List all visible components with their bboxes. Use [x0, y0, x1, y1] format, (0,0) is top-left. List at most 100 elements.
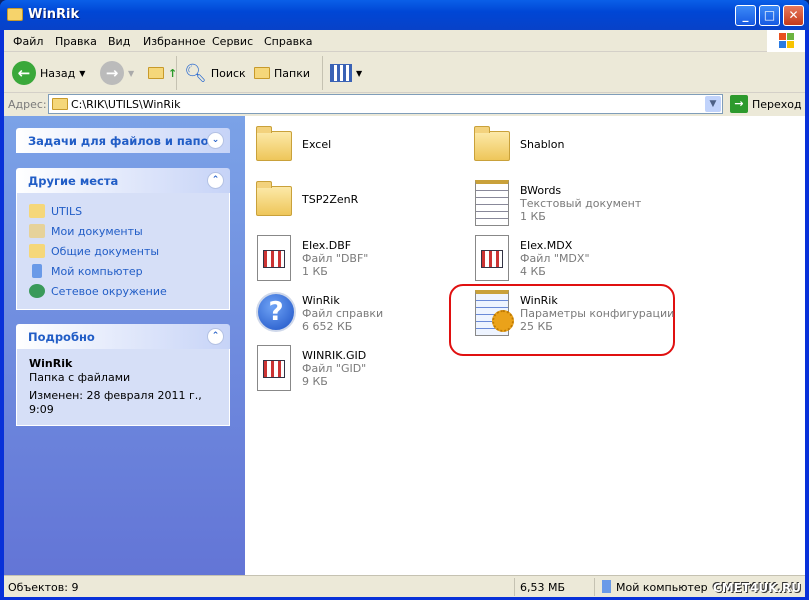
file-item[interactable]: EIex.MDX Файл "MDX" 4 КБ: [472, 235, 682, 285]
menu-edit[interactable]: Правка: [55, 35, 97, 48]
folder-icon: [52, 98, 68, 110]
file-item[interactable]: EIex.DBF Файл "DBF" 1 КБ: [254, 235, 464, 285]
status-bar: Объектов: 9 6,53 МБ Мой компьютер CMET4U…: [4, 575, 805, 597]
menu-view[interactable]: Вид: [108, 35, 130, 48]
folders-label: Папки: [274, 66, 310, 80]
file-size: 9 КБ: [302, 375, 328, 388]
up-folder-icon: [148, 67, 164, 79]
details-header[interactable]: Подробно ⌃: [16, 324, 230, 349]
file-item[interactable]: Shablon: [472, 125, 682, 175]
menu-file[interactable]: Файл: [13, 35, 43, 48]
address-bar: Адрес: C:\RIK\UTILS\WinRik ▼ → Переход: [4, 93, 805, 116]
file-item[interactable]: BWords Текстовый документ 1 КБ: [472, 180, 682, 230]
place-label: UTILS: [51, 204, 83, 218]
search-label: Поиск: [210, 66, 246, 80]
maximize-button[interactable]: □: [759, 5, 780, 26]
place-utils[interactable]: UTILS: [29, 201, 217, 221]
other-places-title: Другие места: [28, 174, 119, 188]
watermark: CMET4UK.RU: [712, 581, 801, 595]
menu-favorites[interactable]: Избранное: [143, 35, 205, 48]
file-type: Файл "GID": [302, 362, 367, 375]
folders-button[interactable]: Папки: [254, 59, 310, 87]
folder-icon: [254, 180, 294, 226]
go-arrow-icon: →: [730, 95, 748, 113]
expand-icon[interactable]: ⌄: [207, 132, 224, 149]
close-button[interactable]: ✕: [783, 5, 804, 26]
tasks-title: Задачи для файлов и папок: [28, 134, 217, 148]
file-item[interactable]: TSP2ZenR: [254, 180, 464, 230]
my-documents-icon: [29, 224, 45, 238]
status-objects: Объектов: 9: [8, 581, 79, 594]
file-name: Shablon: [520, 138, 565, 151]
file-list: Excel Shablon TSP2ZenR BWords Текстовый доку…: [245, 116, 805, 575]
file-name: TSP2ZenR: [302, 193, 359, 206]
forward-button[interactable]: → ▼: [100, 59, 134, 87]
windows-logo-icon: [767, 30, 805, 52]
search-button[interactable]: 🔍︎ Поиск: [184, 59, 246, 87]
status-location: Мой компьютер: [616, 581, 708, 594]
computer-icon: [602, 580, 611, 593]
views-icon: [330, 64, 352, 82]
details-title: Подробно: [28, 330, 95, 344]
place-label: Общие документы: [51, 244, 160, 258]
back-button[interactable]: ← Назад ▼: [12, 59, 85, 87]
file-name: WinRik: [520, 294, 558, 307]
views-button[interactable]: ▼: [330, 59, 362, 87]
toolbar: ← Назад ▼ → ▼ ↑ 🔍︎ Поиск Папки ▼: [4, 52, 805, 93]
file-size: 25 КБ: [520, 320, 553, 333]
file-name: BWords: [520, 184, 562, 197]
menu-help[interactable]: Справка: [264, 35, 312, 48]
place-my-computer[interactable]: Мой компьютер: [29, 261, 217, 281]
file-item[interactable]: WINRIK.GID Файл "GID" 9 КБ: [254, 345, 464, 395]
file-item[interactable]: ? WinRik Файл справки 6 652 КБ: [254, 290, 464, 340]
title-bar[interactable]: WinRik _ □ ✕: [0, 0, 809, 30]
file-name: Excel: [302, 138, 332, 151]
details-panel: Подробно ⌃ WinRik Папка с файлами Изменен…: [16, 324, 230, 426]
folders-icon: [254, 67, 270, 79]
back-arrow-icon: ←: [12, 61, 36, 85]
other-places-header[interactable]: Другие места ⌃: [16, 168, 230, 193]
folder-icon: [29, 204, 45, 218]
file-item[interactable]: Excel: [254, 125, 464, 175]
tasks-panel-header[interactable]: Задачи для файлов и папок ⌄: [16, 128, 230, 153]
file-name: EIex.DBF: [302, 239, 352, 252]
folder-icon: [29, 244, 45, 258]
file-item[interactable]: WinRik Параметры конфигурации 25 КБ: [472, 290, 682, 340]
place-label: Мои документы: [51, 224, 143, 238]
place-shared-documents[interactable]: Общие документы: [29, 241, 217, 261]
minimize-button[interactable]: _: [735, 5, 756, 26]
address-label: Адрес:: [8, 98, 47, 111]
menu-tools[interactable]: Сервис: [212, 35, 253, 48]
folder-icon: [254, 125, 294, 171]
status-size: 6,53 МБ: [520, 581, 566, 594]
place-label: Сетевое окружение: [51, 284, 167, 298]
file-size: 6 652 КБ: [302, 320, 353, 333]
up-folder-button[interactable]: ↑: [148, 59, 177, 87]
file-type: Параметры конфигурации: [520, 307, 675, 320]
file-type: Файл "MDX": [520, 252, 590, 265]
menu-bar: Файл Правка Вид Избранное Сервис Справка: [4, 30, 805, 52]
network-icon: [29, 284, 45, 298]
chevron-down-icon[interactable]: ▼: [705, 96, 721, 112]
go-label: Переход: [752, 97, 802, 111]
collapse-icon[interactable]: ⌃: [207, 328, 224, 345]
tasks-panel: Задачи для файлов и папок ⌄: [16, 128, 230, 153]
file-type: Файл справки: [302, 307, 384, 320]
file-type: Текстовый документ: [520, 197, 642, 210]
place-my-documents[interactable]: Мои документы: [29, 221, 217, 241]
folder-icon: [7, 8, 23, 21]
place-network[interactable]: Сетевое окружение: [29, 281, 217, 301]
task-pane: Задачи для файлов и папок ⌄ Другие места ⌃…: [4, 116, 245, 575]
help-icon: ?: [254, 290, 296, 336]
app-icon: [254, 345, 294, 391]
app-icon: [254, 235, 294, 281]
explorer-window: WinRik _ □ ✕ Файл Правка Вид Избранное С…: [0, 0, 809, 600]
address-input[interactable]: C:\RIK\UTILS\WinRik ▼: [48, 94, 723, 114]
window-title: WinRik: [28, 7, 80, 22]
collapse-icon[interactable]: ⌃: [207, 172, 224, 189]
file-size: 1 КБ: [520, 210, 546, 223]
file-name: WinRik: [302, 294, 340, 307]
address-value: C:\RIK\UTILS\WinRik: [71, 98, 181, 111]
go-button[interactable]: → Переход: [730, 95, 802, 113]
back-label: Назад: [40, 66, 76, 80]
